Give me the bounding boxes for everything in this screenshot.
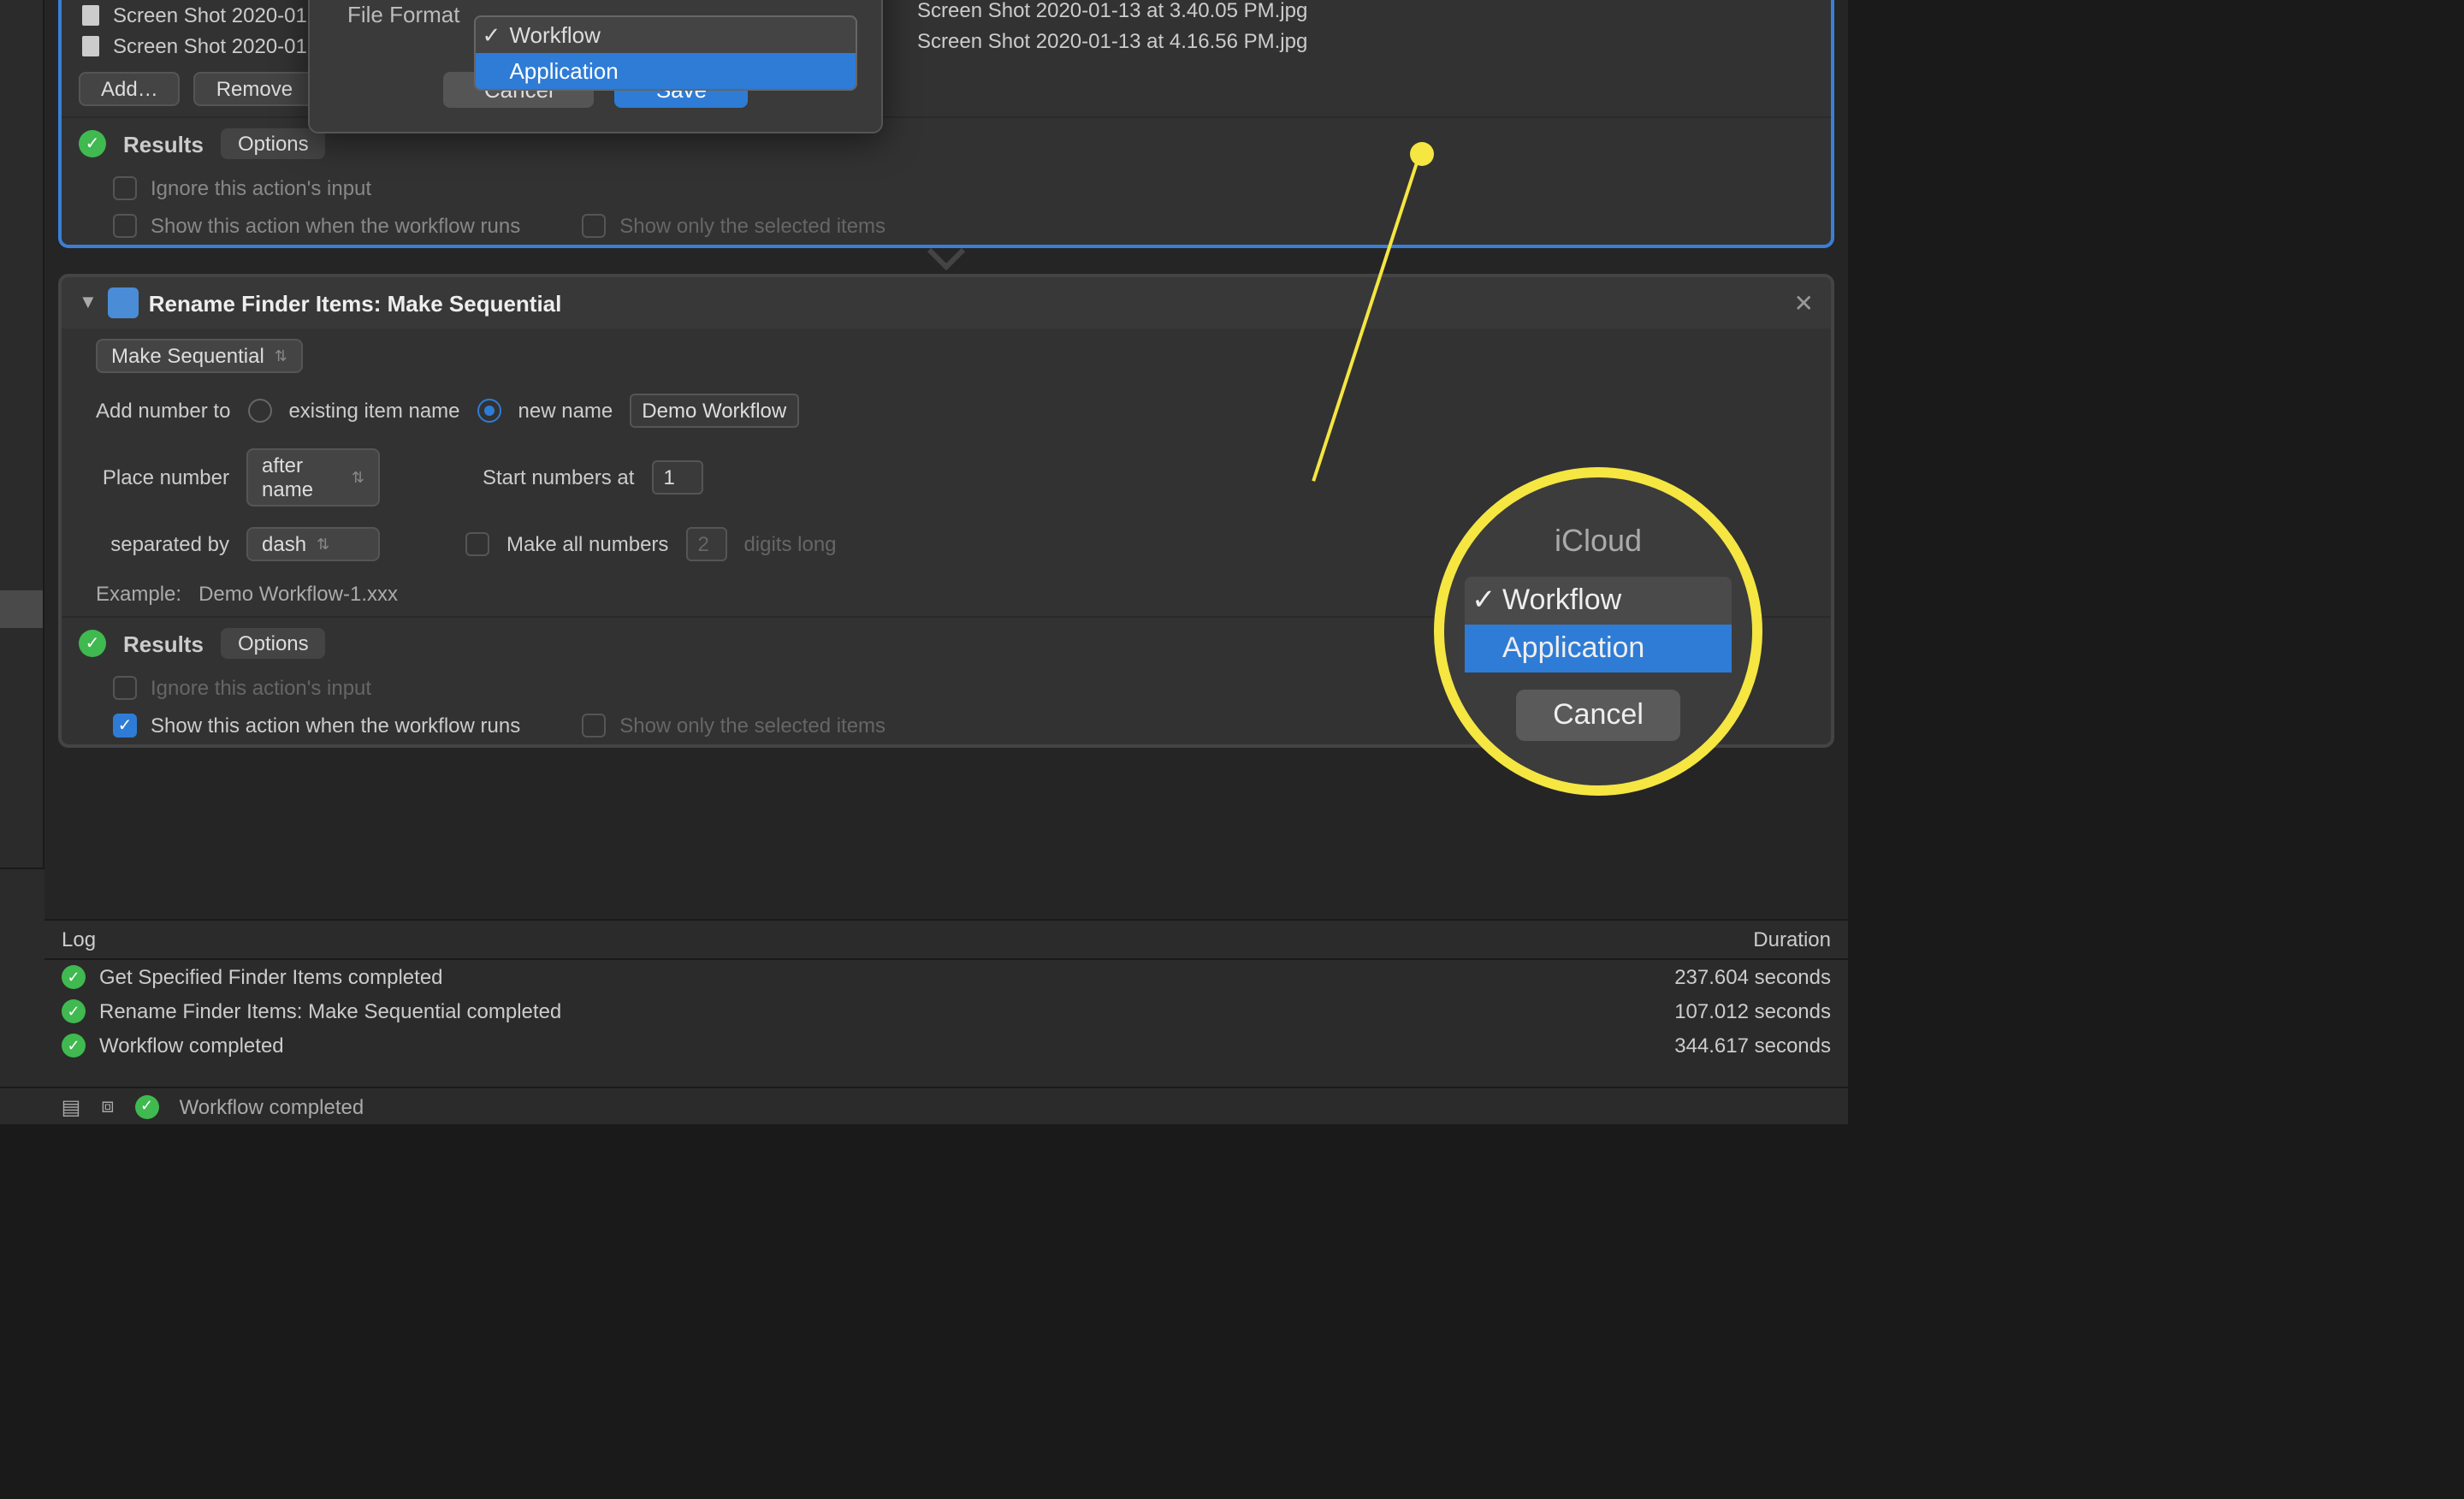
action-list-item[interactable]: Move Finder Items [0, 364, 43, 402]
add-button[interactable]: Add… [79, 72, 181, 106]
disclosure-icon[interactable]: ▼ [79, 293, 98, 313]
start-number-input[interactable]: 1 [651, 460, 702, 495]
save-dialog: Save As: Tags: Where: ☁Desktop — iCloud … [308, 0, 883, 133]
remove-button[interactable]: Remove [194, 72, 315, 106]
statusbar: ⚙▾ ⤴ ▤ ⧈ ✓ Workflow completed [0, 1087, 1848, 1124]
action-list-item[interactable]: Scan Items from HP Devices [0, 666, 43, 703]
finder-icon [108, 287, 139, 318]
file-row[interactable]: Screen Shot 2020-01-13 at 3.40.05 PM.jpg [900, 0, 1831, 26]
action-list-item[interactable]: Get Specified Finder Items [0, 214, 43, 252]
make-all-checkbox[interactable] [465, 532, 489, 556]
action-list-item[interactable]: Open Finder Items [0, 553, 43, 590]
action-list-item[interactable]: Get Selected Finder Items [0, 176, 43, 214]
action-list-item[interactable]: Get Specified Servers [0, 252, 43, 289]
show-when-runs-checkbox[interactable] [113, 214, 137, 238]
action-list-item[interactable]: Find Finder Items [0, 101, 43, 139]
zoom-workflow-option: ✓Workflow [1465, 576, 1732, 624]
info-panel: Rename Finder Items This action changes … [0, 868, 44, 1090]
action-list-item[interactable]: Duplicate Finder Items [0, 0, 43, 26]
new-name-input[interactable]: Demo Workflow [630, 394, 798, 428]
zoom-cancel-button: Cancel [1515, 689, 1681, 740]
success-icon: ✓ [79, 630, 106, 657]
results-label[interactable]: Results [123, 631, 204, 656]
action-list-item[interactable]: Rename Finder Items [0, 590, 43, 628]
ignore-input-checkbox[interactable] [113, 176, 137, 200]
existing-name-radio[interactable] [247, 399, 271, 423]
close-icon[interactable]: ✕ [1794, 288, 1814, 317]
action-list-item[interactable]: New Folder [0, 515, 43, 553]
mode-select[interactable]: Make Sequential [96, 339, 303, 373]
format-workflow-option[interactable]: ✓Workflow [475, 16, 856, 52]
show-selected-checkbox[interactable] [582, 714, 606, 738]
log-row: ✓Get Specified Finder Items completed237… [44, 960, 1848, 994]
action-list-item[interactable]: New Disk Image [0, 477, 43, 515]
action-list-item[interactable]: Move Finder Items to Trash [0, 402, 43, 440]
action-list-item[interactable]: New Aliases [0, 440, 43, 477]
results-label[interactable]: Results [123, 131, 204, 157]
options-button[interactable]: Options [221, 128, 326, 159]
action-list-item[interactable]: Get Folder Contents [0, 139, 43, 176]
action-list-item[interactable]: Reveal Finder Items [0, 628, 43, 666]
file-format-label: File Format [347, 2, 459, 27]
annotation-dot [1410, 142, 1434, 166]
ignore-input-checkbox[interactable] [113, 676, 137, 700]
log-header: Log [62, 927, 1626, 951]
file-row[interactable]: Screen Shot 2020-01-13 at 4.16.56 PM.jpg [900, 26, 1831, 56]
file-format-dropdown[interactable]: ✓Workflow Application [473, 15, 857, 90]
zoom-application-option: Application [1465, 624, 1732, 672]
options-button[interactable]: Options [221, 628, 326, 659]
action-list-item[interactable]: Mount Disk Image [0, 327, 43, 364]
show-selected-checkbox[interactable] [582, 214, 606, 238]
workflow-area: ▼ Get Specified Fi ✕ Name Screen Shot 20… [44, 0, 1848, 1124]
digits-input[interactable]: 2 [685, 527, 726, 561]
example-value: Demo Workflow-1.xxx [198, 582, 398, 606]
info-description: This action changes the names of the Fin… [0, 955, 24, 979]
new-name-radio[interactable] [477, 399, 501, 423]
zoom-icloud-text: iCloud [1555, 523, 1642, 559]
action-title: Rename Finder Items: Make Sequential [149, 290, 1794, 316]
place-select[interactable]: after name [246, 448, 380, 507]
success-icon: ✓ [135, 1094, 159, 1118]
action-list-item[interactable]: Filter Finder Items [0, 63, 43, 101]
show-when-runs-checkbox[interactable] [113, 714, 137, 738]
separator-select[interactable]: dash [246, 527, 380, 561]
action-list-item[interactable]: Set Application for Files [0, 703, 43, 741]
log-row: ✓Rename Finder Items: Make Sequential co… [44, 994, 1848, 1028]
view-flow-icon[interactable]: ⧈ [101, 1093, 114, 1119]
action-list-item[interactable]: Label Finder Items [0, 289, 43, 327]
action-list-item[interactable]: Set Folder Views [0, 741, 43, 779]
success-icon: ✓ [79, 130, 106, 157]
action-list-item[interactable]: Set Spotlight Co…s for Finder Items [0, 779, 43, 840]
log-row: ✓Workflow completed344.617 seconds [44, 1028, 1848, 1063]
status-message: Workflow completed [180, 1094, 364, 1118]
view-list-icon[interactable]: ▤ [62, 1094, 81, 1118]
duration-header: Duration [1626, 927, 1831, 951]
zoom-callout: iCloud ✓Workflow Application Cancel [1434, 467, 1762, 796]
format-application-option[interactable]: Application [475, 52, 856, 88]
action-list-item[interactable]: Eject Disk [0, 26, 43, 63]
